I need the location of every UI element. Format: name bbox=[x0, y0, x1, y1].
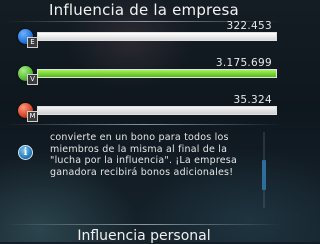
info-scrollbar[interactable] bbox=[262, 132, 266, 208]
info-icon: i bbox=[18, 145, 33, 160]
company-row-e: 322.453 E bbox=[14, 20, 280, 50]
footer-divider bbox=[6, 224, 282, 225]
info-scrollbar-thumb[interactable] bbox=[262, 160, 266, 190]
company-row-v: 3.175.699 V bbox=[14, 57, 280, 87]
company-v-faction-icon: V bbox=[18, 66, 38, 85]
section-divider bbox=[6, 124, 282, 125]
company-e-influence-bar bbox=[37, 32, 277, 41]
panel-title: Influencia de la empresa bbox=[49, 1, 239, 19]
company-v-influence-fill bbox=[38, 70, 276, 77]
company-e-faction-icon: E bbox=[18, 29, 38, 48]
company-e-influence-fill bbox=[38, 33, 276, 40]
company-row-m: 35.324 M bbox=[14, 94, 280, 124]
company-m-influence-fill bbox=[38, 107, 276, 114]
company-m-faction-icon: M bbox=[18, 103, 38, 122]
company-v-influence-bar bbox=[37, 69, 277, 78]
company-v-influence-value: 3.175.699 bbox=[215, 57, 272, 69]
info-description: convierte en un bono para todos los miem… bbox=[50, 132, 237, 178]
company-m-influence-value: 35.324 bbox=[233, 94, 272, 106]
company-m-influence-bar bbox=[37, 106, 277, 115]
company-e-influence-value: 322.453 bbox=[226, 20, 272, 32]
